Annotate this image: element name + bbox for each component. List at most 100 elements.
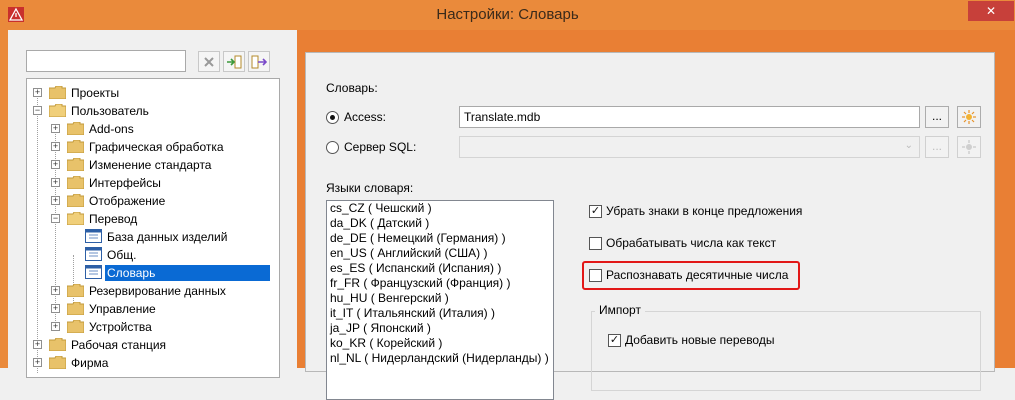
- list-item[interactable]: ja_JP ( Японский ): [327, 321, 553, 336]
- list-item[interactable]: ko_KR ( Корейский ): [327, 336, 553, 351]
- tree-label: Проекты: [71, 86, 120, 100]
- access-label: Access:: [344, 110, 387, 124]
- folder-open-icon: [67, 212, 84, 225]
- settings-page-icon: [85, 229, 102, 243]
- new-database-button[interactable]: [957, 106, 981, 128]
- expand-icon[interactable]: +: [51, 304, 60, 313]
- settings-window: Настройки: Словарь ✕ + Проекты − Пользов…: [0, 0, 1015, 400]
- tree-item-display[interactable]: + Отображение: [27, 192, 279, 210]
- tree-label: Add-ons: [89, 122, 134, 136]
- folder-icon: [67, 140, 84, 153]
- list-item[interactable]: nl_NL ( Нидерландский (Нидерланды) ): [327, 351, 553, 366]
- collapse-icon[interactable]: −: [51, 214, 60, 223]
- tree-item-addons[interactable]: + Add-ons: [27, 120, 279, 138]
- list-item[interactable]: hu_HU ( Венгерский ): [327, 291, 553, 306]
- tree-item-product-db[interactable]: База данных изделий: [27, 228, 279, 246]
- expand-icon[interactable]: +: [51, 124, 60, 133]
- access-radio[interactable]: [326, 111, 339, 124]
- tree-item-company[interactable]: + Фирма: [27, 354, 279, 372]
- tree-label: Пользователь: [71, 104, 149, 118]
- tree-item-projects[interactable]: + Проекты: [27, 84, 279, 102]
- sql-server-radio[interactable]: [326, 141, 339, 154]
- add-new-translations-checkbox[interactable]: ✓: [608, 334, 621, 347]
- folder-icon: [49, 356, 66, 369]
- list-item[interactable]: da_DK ( Датский ): [327, 216, 553, 231]
- expand-icon[interactable]: +: [33, 88, 42, 97]
- dictionary-settings-panel: Словарь: Access: Translate.mdb ... Серве…: [305, 52, 995, 400]
- sun-icon: [962, 140, 976, 154]
- add-new-translations-label: Добавить новые переводы: [625, 333, 775, 347]
- list-item[interactable]: de_DE ( Немецкий (Германия) ): [327, 231, 553, 246]
- expand-icon[interactable]: +: [51, 286, 60, 295]
- numbers-as-text-label: Обрабатывать числа как текст: [606, 236, 777, 250]
- expand-icon[interactable]: +: [51, 196, 60, 205]
- tree-label: Изменение стандарта: [89, 158, 212, 172]
- settings-tree[interactable]: + Проекты − Пользователь + Add-ons + Гра…: [26, 78, 280, 378]
- tree-item-workstation[interactable]: + Рабочая станция: [27, 336, 279, 354]
- languages-list[interactable]: cs_CZ ( Чешский ) da_DK ( Датский ) de_D…: [326, 200, 554, 400]
- tree-item-interfaces[interactable]: + Интерфейсы: [27, 174, 279, 192]
- decimal-numbers-checkbox[interactable]: [589, 269, 602, 282]
- pane-splitter[interactable]: [285, 30, 297, 368]
- folder-icon: [67, 122, 84, 135]
- list-item[interactable]: en_US ( Английский (США) ): [327, 246, 553, 261]
- clear-icon: [204, 56, 214, 67]
- tree-item-management[interactable]: + Управление: [27, 300, 279, 318]
- expand-icon[interactable]: +: [51, 322, 60, 331]
- tree-item-standard-change[interactable]: + Изменение стандарта: [27, 156, 279, 174]
- sql-server-label: Сервер SQL:: [344, 140, 417, 154]
- expand-icon[interactable]: +: [51, 142, 60, 151]
- list-item[interactable]: it_IT ( Итальянский (Италия) ): [327, 306, 553, 321]
- tree-label: Устройства: [89, 320, 152, 334]
- list-item[interactable]: es_ES ( Испанский (Испания) ): [327, 261, 553, 276]
- window-title: Настройки: Словарь: [436, 6, 579, 23]
- expand-icon[interactable]: +: [51, 160, 60, 169]
- tree-item-backup[interactable]: + Резервирование данных: [27, 282, 279, 300]
- access-file-field[interactable]: Translate.mdb: [459, 106, 920, 128]
- folder-icon: [49, 86, 66, 99]
- close-icon: ✕: [985, 4, 997, 18]
- settings-page-icon: [85, 265, 102, 279]
- clear-search-button[interactable]: [198, 51, 220, 72]
- sql-new-button[interactable]: [957, 136, 981, 158]
- tree-label: Отображение: [89, 194, 166, 208]
- close-button[interactable]: ✕: [968, 1, 1014, 21]
- remove-punct-label: Убрать знаки в конце предложения: [606, 204, 803, 218]
- import-icon: [227, 55, 242, 68]
- settings-content-pane: Словарь: Access: Translate.mdb ... Серве…: [297, 30, 1015, 400]
- expand-icon[interactable]: +: [51, 178, 60, 187]
- folder-icon: [67, 284, 84, 297]
- expand-icon[interactable]: +: [33, 358, 42, 367]
- tree-item-user[interactable]: − Пользователь: [27, 102, 279, 120]
- title-bar[interactable]: Настройки: Словарь ✕: [0, 0, 1015, 30]
- import-button[interactable]: [223, 51, 245, 72]
- tree-item-dictionary[interactable]: Словарь: [27, 264, 279, 282]
- search-input[interactable]: [26, 50, 186, 72]
- expand-icon[interactable]: +: [33, 340, 42, 349]
- tree-item-devices[interactable]: + Устройства: [27, 318, 279, 336]
- collapse-icon[interactable]: −: [33, 106, 42, 115]
- export-button[interactable]: [248, 51, 270, 72]
- tree-label: Графическая обработка: [89, 140, 224, 154]
- import-group-title: Импорт: [595, 303, 645, 317]
- tree-item-general[interactable]: Общ.: [27, 246, 279, 264]
- settings-page-icon: [85, 247, 102, 261]
- languages-label: Языки словаря:: [326, 181, 414, 195]
- list-item[interactable]: cs_CZ ( Чешский ): [327, 201, 553, 216]
- dictionary-section-label: Словарь:: [326, 81, 378, 95]
- tree-label: Управление: [89, 302, 156, 316]
- tree-item-translation[interactable]: − Перевод: [27, 210, 279, 228]
- folder-icon: [67, 176, 84, 189]
- sql-server-select[interactable]: ⌄: [459, 136, 920, 158]
- folder-icon: [67, 158, 84, 171]
- browse-sql-button[interactable]: ...: [925, 136, 949, 158]
- remove-punct-checkbox[interactable]: ✓: [589, 205, 602, 218]
- sun-icon: [962, 110, 976, 124]
- browse-access-button[interactable]: ...: [925, 106, 949, 128]
- window-client: + Проекты − Пользователь + Add-ons + Гра…: [8, 30, 1015, 400]
- numbers-as-text-checkbox[interactable]: [589, 237, 602, 250]
- folder-icon: [67, 302, 84, 315]
- list-item[interactable]: fr_FR ( Французский (Франция) ): [327, 276, 553, 291]
- tree-item-graphics[interactable]: + Графическая обработка: [27, 138, 279, 156]
- import-groupbox: [591, 311, 981, 391]
